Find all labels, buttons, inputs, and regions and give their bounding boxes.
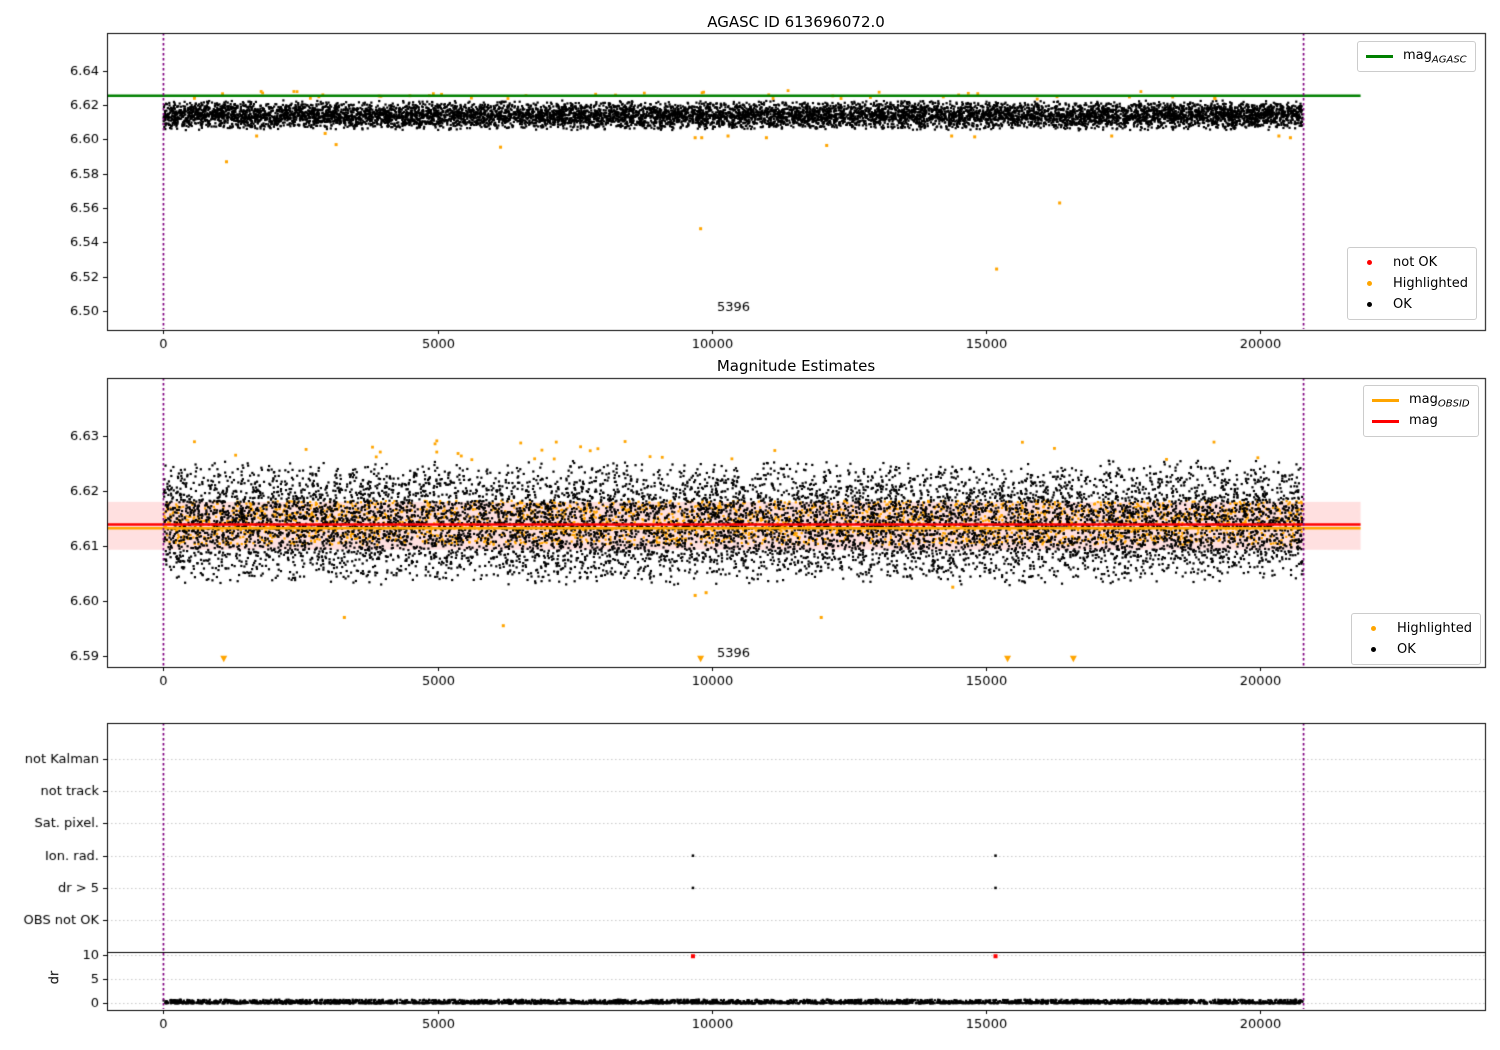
marker-swatch xyxy=(1356,302,1383,307)
green-line-icon xyxy=(1366,55,1393,58)
legend-label: OK xyxy=(1393,297,1412,312)
legend-entry-mag: mag xyxy=(1372,411,1470,432)
red-dot-icon xyxy=(1367,260,1372,265)
legend-entry-ok: OK xyxy=(1360,639,1472,660)
orange-dot-icon xyxy=(1367,281,1372,286)
orange-dot-icon xyxy=(1371,626,1376,631)
legend-entry-highlighted: Highlighted xyxy=(1356,273,1468,294)
panel1-title: AGASC ID 613696072.0 xyxy=(707,13,885,31)
legend-label: OK xyxy=(1397,642,1416,657)
legend-mag-agasc: magAGASC xyxy=(1357,41,1476,72)
legend-point-classes-top-panel: not OK Highlighted OK xyxy=(1347,247,1477,320)
line-swatch xyxy=(1372,399,1399,402)
legend-entry-highlighted: Highlighted xyxy=(1360,618,1472,639)
black-dot-icon xyxy=(1371,647,1376,652)
legend-label: magAGASC xyxy=(1403,47,1467,66)
black-dot-icon xyxy=(1367,302,1372,307)
marker-swatch xyxy=(1360,626,1387,631)
red-line-icon xyxy=(1372,420,1399,423)
legend-point-classes-middle-panel: Highlighted OK xyxy=(1351,613,1481,665)
orange-line-icon xyxy=(1372,399,1399,402)
panel2-title: Magnitude Estimates xyxy=(716,357,876,375)
legend-entry-not-ok: not OK xyxy=(1356,252,1468,273)
legend-label: Highlighted xyxy=(1397,621,1472,636)
legend-label: not OK xyxy=(1393,255,1438,270)
legend-mag-lines: magOBSID mag xyxy=(1363,385,1479,437)
dr-axis-label: dr xyxy=(47,970,63,985)
figure: AGASC ID 613696072.0 Magnitude Estimates… xyxy=(0,0,1500,1050)
legend-label: mag xyxy=(1409,412,1438,428)
marker-swatch xyxy=(1360,647,1387,652)
plots-canvas xyxy=(0,0,1500,1050)
legend-entry-mag-obsid: magOBSID xyxy=(1372,390,1470,411)
legend-label: Highlighted xyxy=(1393,276,1468,291)
marker-swatch xyxy=(1356,260,1383,265)
legend-entry-ok: OK xyxy=(1356,294,1468,315)
legend-label: magOBSID xyxy=(1409,391,1470,410)
legend-entry-mag-agasc: magAGASC xyxy=(1366,46,1467,67)
line-swatch xyxy=(1366,55,1393,58)
line-swatch xyxy=(1372,420,1399,423)
marker-swatch xyxy=(1356,281,1383,286)
